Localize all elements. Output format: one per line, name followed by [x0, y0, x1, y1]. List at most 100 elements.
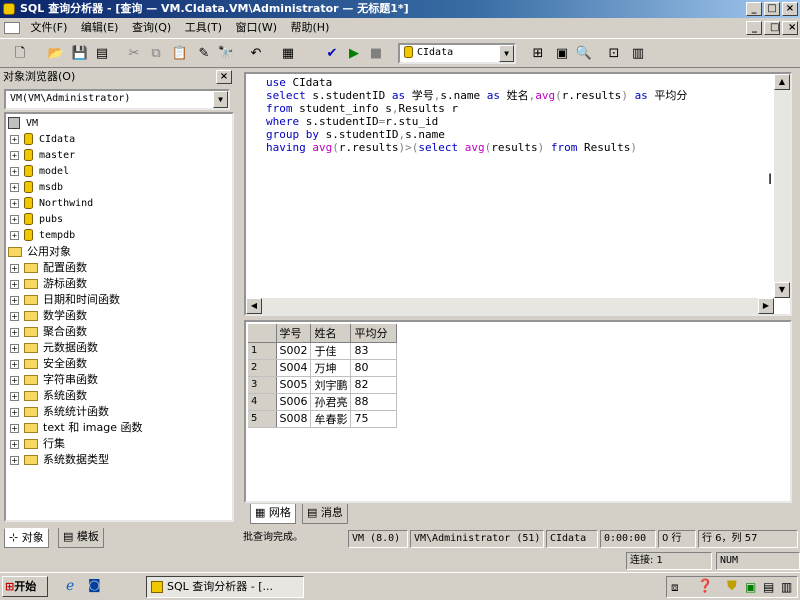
tree-function-folder[interactable]: + 聚合函数 [10, 324, 87, 340]
menu-tools[interactable]: 工具(T) [180, 18, 227, 38]
scroll-down-icon[interactable]: ▼ [774, 282, 790, 298]
expand-icon[interactable]: + [10, 295, 19, 305]
close-button[interactable]: × [782, 2, 798, 16]
mdi-close-button[interactable]: × [782, 21, 798, 35]
network-icon[interactable]: ⧈ [671, 580, 679, 595]
tree-db-tempdb[interactable]: + tempdb [10, 228, 75, 244]
expand-icon[interactable]: + [10, 311, 19, 321]
table-cell[interactable]: 刘宇鹏 [310, 376, 352, 394]
copy-icon[interactable]: ⧉ [146, 44, 166, 64]
object-search-icon[interactable]: 🔍 [574, 44, 594, 64]
object-tree[interactable]: VM + CIdata + master + model + msdb + Northwi… [4, 112, 234, 522]
tree-function-folder[interactable]: + text 和 image 函数 [10, 420, 142, 436]
table-cell[interactable]: 75 [350, 410, 398, 428]
tab-grid[interactable]: ▦ 网格 [250, 504, 296, 524]
table-row[interactable]: 2 S004 万坤 80 [248, 359, 398, 377]
editor-vertical-scrollbar[interactable]: ▲ ▼ [774, 74, 790, 298]
table-cell[interactable]: 孙君亮 [310, 393, 352, 411]
stop-icon[interactable]: ■ [366, 44, 386, 64]
table-cell[interactable]: 83 [350, 342, 398, 360]
tree-function-folder[interactable]: + 系统统计函数 [10, 404, 109, 420]
tree-db-cidata[interactable]: + CIdata [10, 132, 75, 148]
clear-window-icon[interactable]: ✎ [194, 44, 214, 64]
server-select[interactable]: VM(VM\Administrator) ▼ [4, 89, 230, 110]
table-cell[interactable]: 牟春影 [310, 410, 352, 428]
current-connection-icon[interactable]: ⊡ [604, 44, 624, 64]
expand-icon[interactable]: + [10, 343, 19, 353]
database-select[interactable]: CIdata ▼ [398, 43, 516, 64]
minimize-button[interactable]: _ [746, 2, 762, 16]
expand-icon[interactable]: + [10, 375, 19, 385]
tree-function-folder[interactable]: + 元数据函数 [10, 340, 98, 356]
column-header[interactable]: 平均分 [350, 324, 398, 343]
new-query-icon[interactable]: 🗋 [10, 44, 30, 64]
tab-messages[interactable]: ▤ 消息 [302, 504, 348, 524]
tree-function-folder[interactable]: + 数学函数 [10, 308, 87, 324]
object-browser-close-button[interactable]: × [216, 70, 232, 84]
parse-icon[interactable]: ✔ [322, 44, 342, 64]
help-icon[interactable]: ❓ [697, 579, 713, 594]
expand-icon[interactable]: + [10, 327, 19, 337]
chevron-down-icon[interactable]: ▼ [499, 45, 514, 62]
table-cell[interactable]: S004 [276, 359, 312, 377]
column-header[interactable]: 姓名 [310, 324, 352, 343]
table-cell[interactable]: 万坤 [310, 359, 352, 377]
expand-icon[interactable]: + [10, 198, 19, 208]
expand-icon[interactable]: + [10, 230, 19, 240]
expand-icon[interactable]: + [10, 166, 19, 176]
results-grid[interactable]: 学号 姓名 平均分 1 S002 于佳 83 2 S004 万坤 80 3 S005 刘宇鹏 82… [244, 320, 792, 503]
mdi-minimize-button[interactable]: _ [746, 21, 762, 35]
expand-icon[interactable]: + [10, 263, 19, 273]
table-row[interactable]: 1 S002 于佳 83 [248, 342, 398, 360]
table-row[interactable]: 4 S006 孙君亮 88 [248, 393, 398, 411]
table-cell[interactable]: S006 [276, 393, 312, 411]
tree-function-folder[interactable]: + 行集 [10, 436, 65, 452]
tree-function-folder[interactable]: + 安全函数 [10, 356, 87, 372]
scroll-up-icon[interactable]: ▲ [774, 74, 790, 90]
expand-icon[interactable]: + [10, 214, 19, 224]
cut-icon[interactable]: ✂ [124, 44, 144, 64]
editor-horizontal-scrollbar[interactable]: ◀ ▶ [246, 298, 774, 314]
expand-icon[interactable]: + [10, 359, 19, 369]
ie-icon[interactable]: ℯ [66, 578, 74, 594]
open-file-icon[interactable]: 📂 [46, 44, 66, 64]
tree-function-folder[interactable]: + 日期和时间函数 [10, 292, 120, 308]
desktop-icon[interactable]: ◙ [88, 578, 101, 593]
find-icon[interactable]: 🔭 [216, 44, 236, 64]
expand-icon[interactable]: + [10, 182, 19, 192]
table-cell[interactable]: 80 [350, 359, 398, 377]
menu-window[interactable]: 窗口(W) [231, 18, 282, 38]
tree-db-model[interactable]: + model [10, 164, 69, 180]
display-tray-icon[interactable]: ▤ [763, 580, 774, 594]
table-cell[interactable]: 82 [350, 376, 398, 394]
expand-icon[interactable]: + [10, 391, 19, 401]
table-cell[interactable]: S008 [276, 410, 312, 428]
table-cell[interactable]: S005 [276, 376, 312, 394]
tree-db-master[interactable]: + master [10, 148, 75, 164]
expand-icon[interactable]: + [10, 150, 19, 160]
maximize-button[interactable]: □ [764, 2, 780, 16]
tree-db-msdb[interactable]: + msdb [10, 180, 63, 196]
execute-icon[interactable]: ▶ [344, 44, 364, 64]
volume-tray-icon[interactable]: ▥ [781, 580, 792, 594]
scroll-left-icon[interactable]: ◀ [246, 298, 262, 314]
undo-icon[interactable]: ↶ [246, 44, 266, 64]
tree-db-pubs[interactable]: + pubs [10, 212, 63, 228]
tree-root-server[interactable]: VM [8, 116, 38, 132]
task-sql-query-analyzer[interactable]: SQL 查询分析器 - [... [146, 576, 304, 598]
tree-function-folder[interactable]: + 系统数据类型 [10, 452, 109, 468]
expand-icon[interactable]: + [10, 134, 19, 144]
object-browser-icon[interactable]: ▣ [552, 44, 572, 64]
load-script-icon[interactable]: ▤ [92, 44, 112, 64]
tab-templates[interactable]: ▤ 模板 [58, 528, 104, 548]
tree-common-objects[interactable]: 公用对象 [8, 244, 71, 260]
tree-function-folder[interactable]: + 系统函数 [10, 388, 87, 404]
execution-plan-icon[interactable]: ⊞ [528, 44, 548, 64]
paste-icon[interactable]: 📋 [170, 44, 190, 64]
expand-icon[interactable]: + [10, 279, 19, 289]
start-button[interactable]: ⊞开始 [2, 576, 48, 597]
menu-file[interactable]: 文件(F) [26, 18, 73, 38]
tree-function-folder[interactable]: + 游标函数 [10, 276, 87, 292]
tab-objects[interactable]: ⊹ 对象 [4, 528, 49, 548]
menu-edit[interactable]: 编辑(E) [76, 18, 124, 38]
